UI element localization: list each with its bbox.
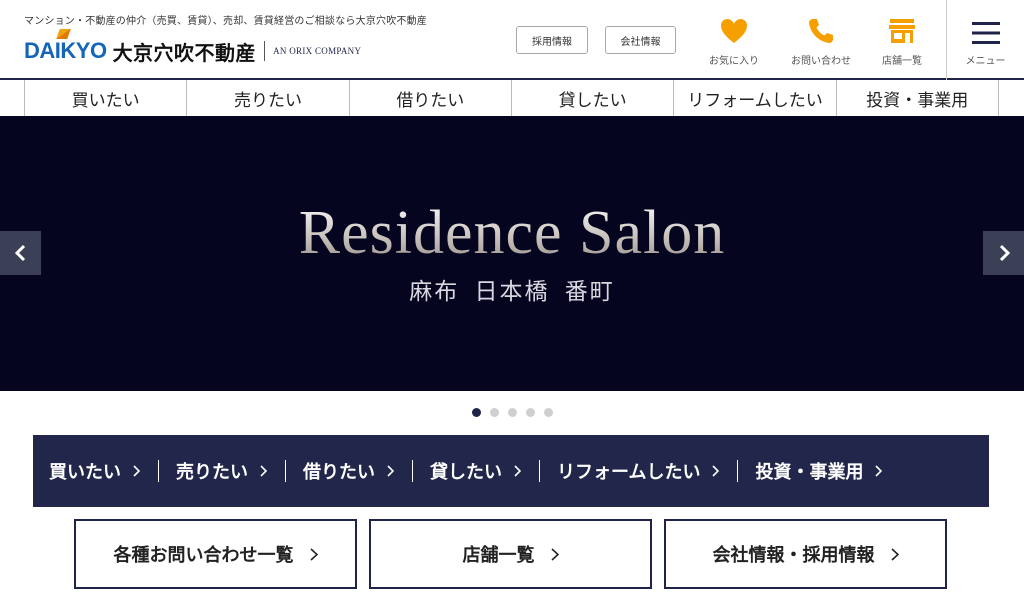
category-bar: 買いたい 売りたい 借りたい 貸したい リフォームしたい 投資・事業用 [33,435,989,507]
top-navigation: 買いたい 売りたい 借りたい 貸したい リフォームしたい 投資・事業用 [24,80,999,116]
hamburger-icon [971,22,1000,44]
slider-dot[interactable] [507,408,517,417]
slider-dot[interactable] [471,408,481,417]
chevron-right-icon [133,465,140,477]
nav-item-investment[interactable]: 投資・事業用 [835,80,999,116]
chevron-right-icon [260,465,267,477]
slider-next-button[interactable] [983,231,1024,275]
category-link-reform[interactable]: リフォームしたい [539,458,737,484]
category-label: 借りたい [303,462,375,483]
slider-dot[interactable] [489,408,499,417]
category-label: 買いたい [49,462,121,483]
phone-icon [809,19,833,43]
category-link-rent[interactable]: 借りたい [285,458,412,484]
nav-item-sell[interactable]: 売りたい [186,80,348,116]
slider-dot[interactable] [543,408,553,417]
nav-item-lease[interactable]: 貸したい [510,80,673,116]
category-label: リフォームしたい [557,462,701,483]
nav-item-reform[interactable]: リフォームしたい [673,80,835,116]
favorites-button[interactable]: お気に入り [699,16,769,72]
chevron-right-icon [999,244,1010,262]
category-label: 投資・事業用 [755,462,864,483]
chevron-right-icon [514,465,521,477]
slider-dot[interactable] [525,408,535,417]
logo-orix-text: AN ORIX COMPANY [273,46,362,56]
category-label: 貸したい [430,462,502,483]
site-header: マンション・不動産の仲介（売買、賃貸）、売却、賃貸経営のご相談なら大京穴吹不動産… [0,0,1024,80]
store-list-label: 店舗一覧 [462,545,535,566]
store-list-button[interactable]: 店舗一覧 [369,519,652,589]
category-label: 売りたい [176,462,248,483]
slider-pagination [0,408,1024,417]
nav-item-buy[interactable]: 買いたい [24,80,186,116]
site-logo[interactable]: DAIKYO 大京穴吹不動産 AN ORIX COMPANY [24,29,362,70]
slider-prev-button[interactable] [0,231,41,275]
store-icon [889,19,915,43]
category-link-buy[interactable]: 買いたい [49,458,158,484]
category-link-investment[interactable]: 投資・事業用 [737,458,900,484]
company-recruit-button[interactable]: 会社情報・採用情報 [664,519,947,589]
menu-button[interactable]: メニュー [946,0,1024,80]
chevron-right-icon [387,465,394,477]
chevron-right-icon [309,547,318,561]
logo-japanese-text: 大京穴吹不動産 [112,40,257,65]
contact-list-label: 各種お問い合わせ一覧 [113,545,294,566]
hero-slider[interactable]: Residence Salon 麻布 日本橋 番町 [0,116,1024,391]
company-recruit-label: 会社情報・採用情報 [712,545,875,566]
logo-latin-text: DAIKYO [24,38,107,63]
logo-divider [264,41,266,61]
chevron-left-icon [14,244,25,262]
hero-title: Residence Salon [0,198,1024,269]
nav-item-rent[interactable]: 借りたい [348,80,511,116]
chevron-right-icon [890,547,899,561]
favorites-label: お気に入り [709,56,759,67]
chevron-right-icon [712,465,720,477]
contact-list-button[interactable]: 各種お問い合わせ一覧 [74,519,357,589]
category-link-lease[interactable]: 貸したい [412,458,539,484]
menu-label: メニュー [965,56,1006,67]
stores-label: 店舗一覧 [882,56,922,67]
contact-label: お問い合わせ [791,56,851,67]
stores-button[interactable]: 店舗一覧 [867,16,937,72]
heart-icon [721,19,747,43]
contact-button[interactable]: お問い合わせ [786,16,856,72]
header-tagline: マンション・不動産の仲介（売買、賃貸）、売却、賃貸経営のご相談なら大京穴吹不動産 [24,16,427,27]
chevron-right-icon [875,465,883,477]
chevron-right-icon [550,547,559,561]
category-link-sell[interactable]: 売りたい [158,458,285,484]
hero-subtitle: 麻布 日本橋 番町 [409,279,615,305]
recruit-button[interactable]: 採用情報 [516,26,588,54]
company-info-button[interactable]: 会社情報 [605,26,676,54]
